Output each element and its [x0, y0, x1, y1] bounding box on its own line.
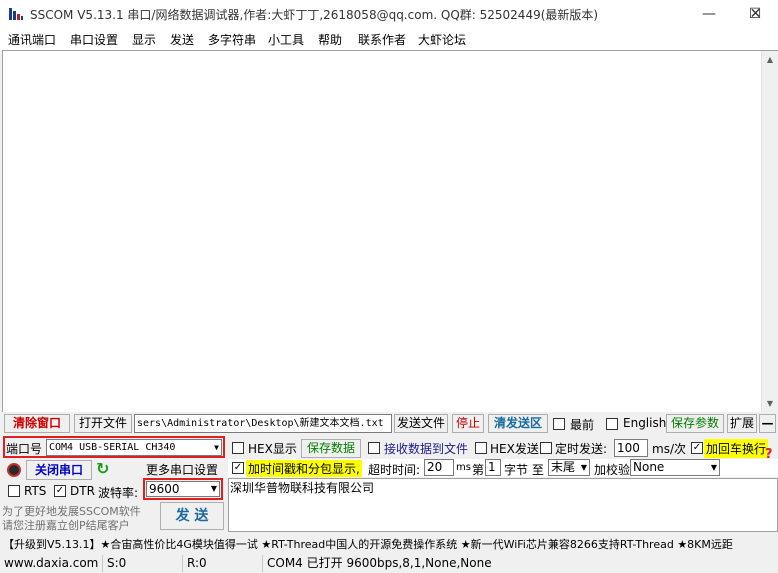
- timeout-unit: ms: [456, 462, 471, 473]
- timed-send-label: 定时发送:: [555, 442, 608, 456]
- port-select-value: COM4 USB-SERIAL CH340: [49, 442, 176, 453]
- receive-to-file-label: 接收数据到文件: [384, 442, 469, 456]
- checksum-select[interactable]: None ▼: [630, 459, 720, 476]
- save-params-button[interactable]: 保存参数: [666, 414, 724, 433]
- checksum-select-value: None: [633, 460, 665, 474]
- receive-scrollbar[interactable]: ▲ ▼: [761, 51, 778, 412]
- dtr-checkbox[interactable]: ✓: [54, 485, 66, 497]
- status-bar: www.daxia.com S:0 R:0 COM4 已打开 9600bps,8…: [0, 554, 778, 573]
- hex-display-checkbox[interactable]: [232, 442, 244, 454]
- promo-line-2: 请您注册嘉立创P结尾客户: [2, 519, 130, 532]
- menu-help[interactable]: 帮助: [318, 31, 342, 48]
- menu-bar: 通讯端口 串口设置 显示 发送 多字符串 小工具 帮助 联系作者 大虾论坛: [0, 28, 778, 50]
- chevron-down-icon: ▼: [214, 443, 219, 452]
- interval-input[interactable]: 100: [614, 439, 648, 457]
- close-button[interactable]: ✕: [733, 0, 778, 28]
- byte-to-label: 字节 至: [504, 463, 544, 477]
- chevron-down-icon: ▼: [210, 484, 217, 493]
- send-file-button[interactable]: 发送文件: [394, 414, 448, 433]
- timeout-label: 超时时间:: [368, 463, 421, 477]
- menu-contact-author[interactable]: 联系作者: [358, 31, 406, 48]
- topmost-label: 最前: [570, 418, 595, 432]
- hex-send-checkbox[interactable]: [475, 442, 487, 454]
- website-link[interactable]: www.daxia.com: [0, 555, 100, 572]
- english-label: English: [623, 416, 667, 430]
- save-data-button[interactable]: 保存数据: [301, 439, 361, 458]
- checksum-label: 加校验: [594, 463, 631, 477]
- chevron-down-icon: ▼: [580, 463, 587, 472]
- baud-select-value: 9600: [149, 482, 180, 496]
- menu-display[interactable]: 显示: [132, 31, 156, 48]
- scroll-up-icon[interactable]: ▲: [762, 51, 778, 68]
- timestamp-checkbox[interactable]: ✓: [232, 462, 244, 474]
- more-serial-settings-link[interactable]: 更多串口设置: [146, 461, 218, 478]
- timed-send-checkbox[interactable]: [540, 442, 552, 454]
- english-checkbox[interactable]: [606, 418, 618, 430]
- port-status-indicator-icon: [7, 463, 21, 477]
- refresh-icon[interactable]: ↻: [96, 459, 109, 478]
- menu-multi-string[interactable]: 多字符串: [208, 31, 256, 48]
- rts-checkbox[interactable]: [8, 485, 20, 497]
- send-text-value: 深圳华普物联科技有限公司: [230, 481, 375, 495]
- baud-label: 波特率:: [98, 486, 139, 500]
- open-file-button[interactable]: 打开文件: [74, 414, 132, 433]
- receive-area[interactable]: ▲ ▼: [2, 50, 778, 412]
- ticker-text: 【升级到V5.13.1】★合宙高性价比4G模块值得一试 ★RT-Thread中国…: [3, 538, 733, 551]
- chevron-down-icon: ▼: [710, 463, 717, 472]
- expand-button[interactable]: 扩展: [727, 414, 757, 433]
- menu-tools[interactable]: 小工具: [268, 31, 304, 48]
- send-button[interactable]: 发 送: [160, 502, 224, 530]
- sent-count: S:0: [102, 555, 180, 572]
- menu-forum[interactable]: 大虾论坛: [418, 31, 466, 48]
- minimize-button[interactable]: —: [686, 0, 732, 28]
- append-crlf-checkbox[interactable]: ✓: [691, 442, 703, 454]
- port-select[interactable]: COM4 USB-SERIAL CH340 ▼: [46, 439, 222, 456]
- app-icon: [9, 8, 23, 20]
- timestamp-label: 加时间戳和分包显示,: [246, 460, 362, 477]
- dtr-label: DTR: [70, 484, 95, 498]
- menu-comm-port[interactable]: 通讯端口: [8, 31, 56, 48]
- end-select[interactable]: 末尾 ▼: [548, 459, 590, 476]
- end-select-value: 末尾: [551, 460, 576, 474]
- stop-button[interactable]: 停止: [452, 414, 484, 433]
- title-bar: SSCOM V5.13.1 串口/网络数据调试器,作者:大虾丁丁,2618058…: [0, 0, 778, 28]
- topmost-checkbox[interactable]: [553, 418, 565, 430]
- received-count: R:0: [182, 555, 260, 572]
- start-byte-input[interactable]: 1: [485, 459, 501, 476]
- nth-label: 第: [472, 463, 485, 477]
- port-status-text: COM4 已打开 9600bps,8,1,None,None: [262, 555, 562, 572]
- receive-to-file-checkbox[interactable]: [368, 442, 380, 454]
- baud-select[interactable]: 9600 ▼: [146, 481, 220, 497]
- interval-unit: ms/次: [652, 442, 686, 456]
- close-port-button[interactable]: 关闭串口: [26, 460, 92, 480]
- hex-display-label: HEX显示: [248, 442, 297, 456]
- hex-send-label: HEX发送: [490, 442, 539, 456]
- port-label: 端口号: [6, 442, 43, 456]
- send-text-area[interactable]: 深圳华普物联科技有限公司: [228, 478, 778, 532]
- collapse-button[interactable]: —: [759, 414, 776, 433]
- clear-send-button[interactable]: 清发送区: [488, 414, 548, 433]
- news-ticker[interactable]: 【升级到V5.13.1】★合宙高性价比4G模块值得一试 ★RT-Thread中国…: [0, 534, 778, 553]
- scroll-down-icon[interactable]: ▼: [762, 395, 778, 412]
- window-title: SSCOM V5.13.1 串口/网络数据调试器,作者:大虾丁丁,2618058…: [30, 8, 599, 22]
- menu-serial-settings[interactable]: 串口设置: [70, 31, 118, 48]
- help-icon[interactable]: ?: [765, 447, 773, 462]
- timeout-input[interactable]: 20: [424, 459, 454, 476]
- clear-window-button[interactable]: 清除窗口: [4, 414, 70, 433]
- menu-send[interactable]: 发送: [170, 31, 194, 48]
- rts-label: RTS: [24, 484, 47, 498]
- file-path-input[interactable]: sers\Administrator\Desktop\新建文本文档.txt: [134, 414, 392, 433]
- append-crlf-label: 加回车换行: [704, 439, 769, 458]
